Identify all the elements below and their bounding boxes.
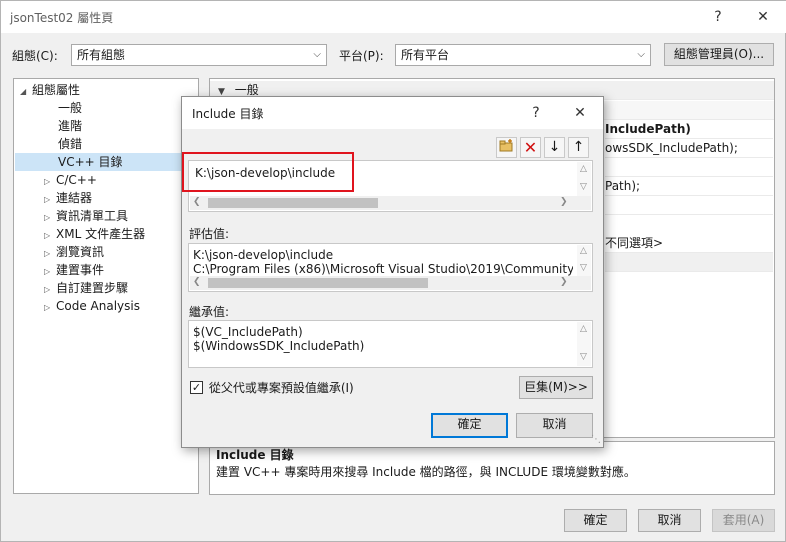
expanded-caret-icon: ◢ xyxy=(20,87,27,96)
tree-item-general[interactable]: 一般 xyxy=(58,99,82,117)
scroll-down-icon: ▽ xyxy=(580,352,587,362)
scroll-left-icon: ❮ xyxy=(193,277,201,287)
tree-item-advanced[interactable]: 進階 xyxy=(58,117,82,135)
platform-select[interactable]: 所有平台 ⌵ xyxy=(395,44,651,66)
inherited-value-list: $(VC_IncludePath) $(WindowsSDK_IncludePa… xyxy=(188,320,593,368)
tree-group-browse[interactable]: ▷ 瀏覽資訊 xyxy=(44,243,104,261)
dialog-help-button[interactable]: ? xyxy=(519,97,553,129)
inherited-line: $(VC_IncludePath) xyxy=(193,325,303,339)
config-value: 所有組態 xyxy=(77,48,126,62)
tree-group-code-analysis[interactable]: ▷ Code Analysis xyxy=(44,297,140,315)
grid-row-value[interactable]: 不同選項> xyxy=(605,234,773,253)
evaluated-value-list: K:\json-develop\include C:\Program Files… xyxy=(188,243,593,292)
entry-vertical-scrollbar[interactable]: △ ▽ xyxy=(577,162,591,196)
ok-button[interactable]: 確定 xyxy=(564,509,627,532)
chevron-down-icon: ⌵ xyxy=(313,49,321,60)
cancel-button[interactable]: 取消 xyxy=(638,509,701,532)
evaluated-horizontal-scrollbar[interactable]: ❮ ❯ xyxy=(190,276,591,290)
scroll-thumb[interactable] xyxy=(208,198,378,208)
grid-row-include-value[interactable]: IncludePath) xyxy=(605,120,773,139)
move-down-button[interactable]: ↓ xyxy=(544,137,565,158)
tree-item-debugging[interactable]: 偵錯 xyxy=(58,135,82,153)
include-directories-dialog: Include 目錄 ? ✕ ✕ ↓ ↑ K:\json-develop\inc… xyxy=(181,96,604,448)
config-manager-button[interactable]: 組態管理員(O)... xyxy=(664,43,774,66)
dialog-title: Include 目錄 xyxy=(192,107,264,121)
window-title: jsonTest02 屬性頁 xyxy=(10,11,114,25)
new-line-button[interactable] xyxy=(496,137,517,158)
scroll-down-icon: ▽ xyxy=(580,182,587,192)
tree-group-linker[interactable]: ▷ 連結器 xyxy=(44,189,92,207)
scroll-up-icon: △ xyxy=(580,164,587,174)
chevron-down-icon: ⌵ xyxy=(637,49,645,60)
grid-row-value[interactable]: Path); xyxy=(605,177,773,196)
move-up-button[interactable]: ↑ xyxy=(568,137,589,158)
evaluated-line: K:\json-develop\include xyxy=(193,248,334,262)
title-bar: jsonTest02 屬性頁 ? ✕ xyxy=(1,1,786,33)
arrow-down-icon: ↓ xyxy=(548,139,561,155)
property-tree: ◢ 組態屬性 一般 進階 偵錯 VC++ 目錄 ▷ C/C++ ▷ 連結器 ▷ 資訊清單… xyxy=(13,78,199,494)
tree-group-build-events[interactable]: ▷ 建置事件 xyxy=(44,261,104,279)
tree-group-xml-doc[interactable]: ▷ XML 文件產生器 xyxy=(44,225,145,243)
resize-grip-icon[interactable]: ⋱ xyxy=(591,435,601,445)
close-button[interactable]: ✕ xyxy=(746,1,780,33)
dialog-close-button[interactable]: ✕ xyxy=(563,97,597,129)
platform-label: 平台(P): xyxy=(339,49,384,63)
scroll-down-icon: ▽ xyxy=(580,263,587,273)
tree-group-cpp[interactable]: ▷ C/C++ xyxy=(44,171,97,189)
evaluated-vertical-scrollbar[interactable]: △ ▽ xyxy=(577,245,591,276)
dialog-cancel-button[interactable]: 取消 xyxy=(516,413,593,438)
grid-row-section xyxy=(605,253,773,272)
tree-item-vc-directories[interactable]: VC++ 目錄 xyxy=(15,153,197,171)
delete-icon: ✕ xyxy=(523,138,538,157)
evaluated-label: 評估值: xyxy=(189,227,230,241)
new-folder-icon xyxy=(499,139,513,152)
dialog-ok-button[interactable]: 確定 xyxy=(431,413,508,438)
description-pane: Include 目錄 建置 VC++ 專案時用來搜尋 Include 檔的路徑，… xyxy=(209,441,775,495)
entry-horizontal-scrollbar[interactable]: ❮ ❯ xyxy=(190,196,591,210)
scroll-thumb[interactable] xyxy=(208,278,428,288)
grid-row-value[interactable] xyxy=(605,196,773,215)
description-title: Include 目錄 xyxy=(216,448,294,462)
tree-group-custom-build[interactable]: ▷ 自訂建置步驟 xyxy=(44,279,128,297)
highlight-box xyxy=(182,152,354,192)
dialog-title-bar: Include 目錄 ? ✕ xyxy=(182,97,603,129)
collapsed-caret-icon: ▷ xyxy=(44,303,51,312)
scroll-right-icon: ❯ xyxy=(560,277,568,287)
scroll-up-icon: △ xyxy=(580,246,587,256)
scroll-up-icon: △ xyxy=(580,324,587,334)
inherit-checkbox-label: 從父代或專案預設值繼承(I) xyxy=(208,381,354,395)
description-text: 建置 VC++ 專案時用來搜尋 Include 檔的路徑，與 INCLUDE 環… xyxy=(216,465,636,479)
evaluated-line: C:\Program Files (x86)\Microsoft Visual … xyxy=(193,262,573,276)
grid-row-value[interactable] xyxy=(605,158,773,177)
delete-line-button[interactable]: ✕ xyxy=(520,137,541,158)
help-button[interactable]: ? xyxy=(701,1,735,33)
scroll-right-icon: ❯ xyxy=(560,197,568,207)
config-label: 組態(C): xyxy=(12,49,58,63)
tree-root[interactable]: ◢ 組態屬性 xyxy=(20,81,80,99)
macros-button[interactable]: 巨集(M)>> xyxy=(519,376,593,399)
platform-value: 所有平台 xyxy=(401,48,450,62)
scroll-left-icon: ❮ xyxy=(193,197,201,207)
inherit-checkbox[interactable]: ✓ xyxy=(190,381,203,394)
apply-button[interactable]: 套用(A) xyxy=(712,509,775,532)
inherited-vertical-scrollbar[interactable]: △ ▽ xyxy=(577,322,591,366)
arrow-up-icon: ↑ xyxy=(572,139,585,155)
inherited-line: $(WindowsSDK_IncludePath) xyxy=(193,339,365,353)
grid-row-value[interactable]: owsSDK_IncludePath); xyxy=(605,139,773,158)
tree-group-manifest[interactable]: ▷ 資訊清單工具 xyxy=(44,207,128,225)
config-select[interactable]: 所有組態 ⌵ xyxy=(71,44,327,66)
inherited-label: 繼承值: xyxy=(189,305,230,319)
inherit-checkbox-row[interactable]: ✓ 從父代或專案預設值繼承(I) xyxy=(190,379,354,396)
